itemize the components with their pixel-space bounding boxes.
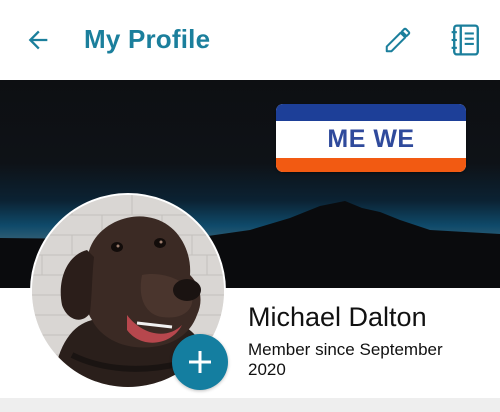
back-button[interactable] <box>18 22 58 58</box>
badge-stripe-bottom <box>276 158 466 172</box>
plus-icon <box>189 351 211 373</box>
pencil-icon <box>385 27 411 53</box>
member-since-text: Member since September 2020 <box>248 340 443 379</box>
notebook-icon <box>451 24 479 56</box>
badge-stripe-top <box>276 104 466 121</box>
app-bar: My Profile <box>0 0 500 80</box>
arrow-left-icon <box>28 30 48 50</box>
profile-name: Michael Dalton <box>248 302 427 332</box>
section-divider <box>0 398 500 412</box>
badge-label: ME WE <box>327 125 415 153</box>
notes-button[interactable] <box>444 20 488 60</box>
add-photo-button[interactable] <box>172 334 228 390</box>
edit-profile-button[interactable] <box>378 20 418 60</box>
mewe-badge: ME WE <box>276 104 466 172</box>
page-title: My Profile <box>84 24 211 54</box>
